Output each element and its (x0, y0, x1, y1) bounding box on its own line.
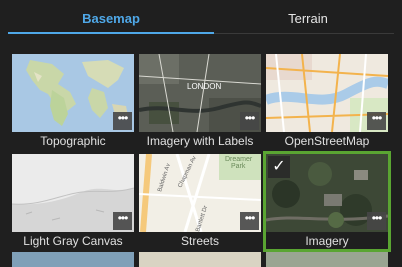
basemap-tile-imagery[interactable]: ✓ ••• Imagery (263, 151, 391, 252)
next-row-thumbnail (139, 252, 261, 267)
selected-check-icon: ✓ (268, 156, 290, 178)
basemap-tile-openstreetmap[interactable]: ••• OpenStreetMap (266, 54, 388, 150)
tab-terrain[interactable]: Terrain (214, 0, 402, 34)
map-label-london: LONDON (187, 82, 221, 91)
map-label-dreamer: Dreamer (225, 156, 253, 163)
more-options-button[interactable]: ••• (367, 112, 386, 130)
more-options-button[interactable]: ••• (240, 112, 259, 130)
more-options-button[interactable]: ••• (113, 112, 132, 130)
more-options-button[interactable]: ••• (240, 212, 259, 230)
next-row-thumbnail (12, 252, 134, 267)
basemap-tile-topographic[interactable]: ••• Topographic (12, 54, 134, 150)
more-options-button[interactable]: ••• (113, 212, 132, 230)
basemap-tabs: Basemap Terrain (0, 0, 402, 36)
basemap-label: Imagery (305, 234, 349, 248)
basemap-tile-light-gray-canvas[interactable]: ••• Light Gray Canvas (12, 154, 134, 250)
basemap-label: Imagery with Labels (146, 134, 254, 148)
basemap-label: Light Gray Canvas (23, 234, 123, 248)
basemap-label: Streets (180, 234, 219, 248)
basemap-label: OpenStreetMap (284, 134, 370, 148)
active-tab-indicator (8, 32, 214, 34)
basemap-tile-streets[interactable]: Dreamer Park Baldwin Av Chapman Av Bartl… (139, 154, 261, 250)
basemap-label: Topographic (40, 134, 106, 148)
map-label-park: Park (231, 163, 246, 170)
basemap-tile-imagery-with-labels[interactable]: LONDON ••• Imagery with Labels (139, 54, 261, 150)
more-options-button[interactable]: ••• (367, 212, 386, 230)
tab-basemap[interactable]: Basemap (8, 0, 214, 34)
next-row-thumbnail (266, 252, 388, 267)
